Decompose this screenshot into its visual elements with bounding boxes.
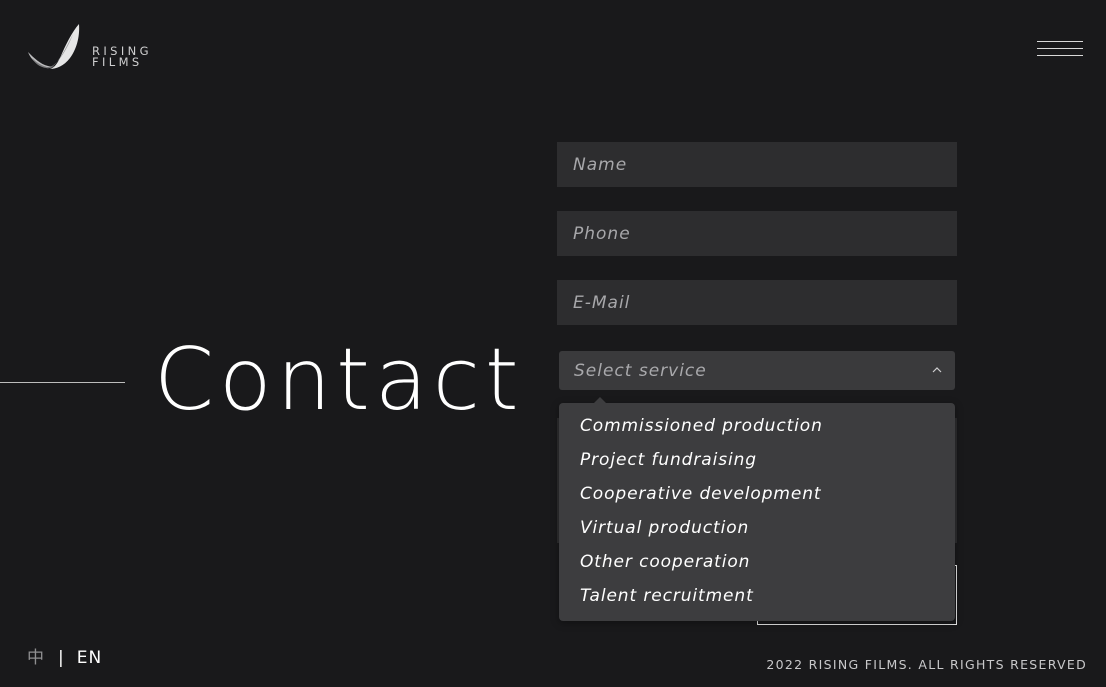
email-input[interactable] <box>557 280 957 325</box>
page: RISING FILMS Contact Select service Comm… <box>0 0 1106 687</box>
dropdown-caret <box>594 397 606 403</box>
brand-logo[interactable]: RISING FILMS <box>26 22 166 72</box>
wing-logo-icon <box>28 24 80 69</box>
chevron-up-icon <box>932 367 942 373</box>
menu-bar-middle <box>1037 48 1083 49</box>
language-en-link[interactable]: EN <box>77 648 102 668</box>
language-switcher: 中 | EN <box>27 643 102 668</box>
hamburger-menu-icon[interactable] <box>1037 38 1085 60</box>
page-title: Contact <box>154 330 524 430</box>
heading-divider <box>0 382 125 383</box>
phone-input[interactable] <box>557 211 957 256</box>
service-dropdown: Commissioned production Project fundrais… <box>559 397 955 621</box>
brand-line-2: FILMS <box>92 55 143 69</box>
language-zh-link[interactable]: 中 <box>27 648 44 668</box>
service-option[interactable]: Talent recruitment <box>559 581 955 615</box>
service-option[interactable]: Other cooperation <box>559 547 955 581</box>
service-select-value: Select service <box>574 361 707 381</box>
brand-wordmark: RISING FILMS <box>92 45 152 69</box>
name-input[interactable] <box>557 142 957 187</box>
menu-bar-top <box>1037 41 1083 42</box>
language-separator: | <box>58 648 64 668</box>
service-option[interactable]: Project fundraising <box>559 445 955 479</box>
service-option[interactable]: Commissioned production <box>559 411 955 445</box>
service-option[interactable]: Cooperative development <box>559 479 955 513</box>
copyright-text: 2022 RISING FILMS. ALL RIGHTS RESERVED <box>766 657 1087 672</box>
menu-bar-bottom <box>1037 55 1083 56</box>
service-option[interactable]: Virtual production <box>559 513 955 547</box>
service-select[interactable]: Select service <box>559 351 955 390</box>
